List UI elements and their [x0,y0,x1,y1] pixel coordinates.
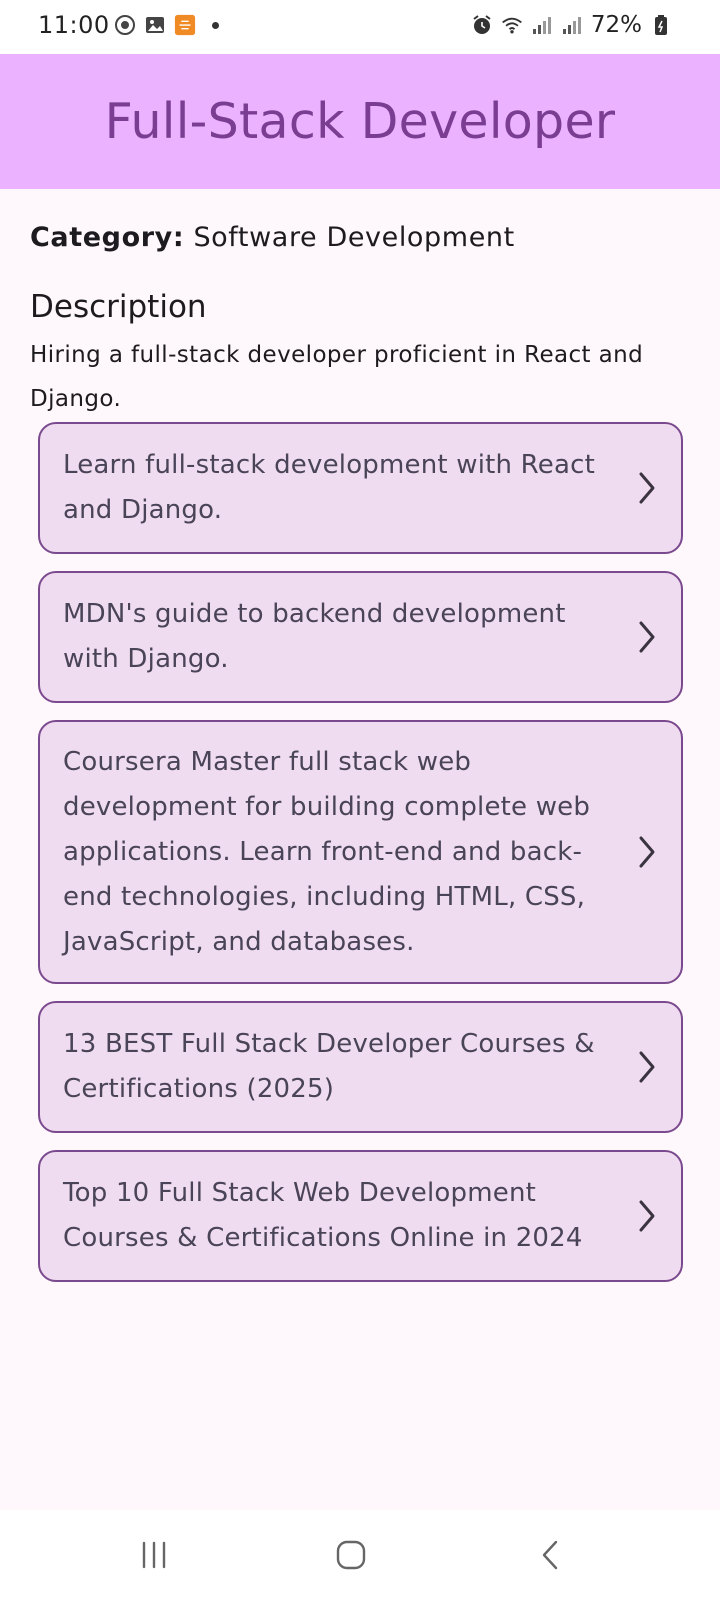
battery-icon [650,14,672,36]
gallery-icon [144,14,166,36]
course-card[interactable]: Coursera Master full stack web developme… [38,720,683,984]
status-bar: 11:00 72% [0,0,720,54]
location-sync-icon [114,14,136,36]
chevron-right-icon [639,621,655,653]
recent-apps-icon[interactable] [134,1535,174,1575]
chevron-right-icon [639,1200,655,1232]
alarm-icon [471,14,493,36]
course-card[interactable]: MDN's guide to backend development with … [38,571,683,703]
home-icon[interactable] [331,1535,371,1575]
signal-icon [561,14,583,36]
course-card-text: MDN's guide to backend development with … [63,599,566,674]
system-nav-bar [0,1510,720,1600]
back-icon[interactable] [530,1535,570,1575]
description-body: Hiring a full-stack developer proficient… [30,342,644,412]
status-time: 11:00 [38,11,110,39]
course-card-text: 13 BEST Full Stack Developer Courses & C… [63,1029,595,1104]
status-system-icons: 72% [471,12,672,38]
category-label: Category: [30,222,185,253]
status-notification-icons [114,14,219,36]
category-value: Software Development [193,222,515,253]
course-card[interactable]: 13 BEST Full Stack Developer Courses & C… [38,1001,683,1133]
description-heading: Description [30,289,207,325]
battery-percent: 72% [590,12,642,38]
course-card-text: Learn full-stack development with React … [63,450,596,525]
chevron-right-icon [639,836,655,868]
page-title: Full-Stack Developer [104,93,616,150]
chevron-right-icon [639,472,655,504]
course-card[interactable]: Learn full-stack development with React … [38,422,683,554]
more-notifications-dot [212,21,219,29]
chevron-right-icon [639,1051,655,1083]
app-bar: Full-Stack Developer [0,54,720,189]
category-line: Category: Software Development [30,222,515,253]
app-notification-icon [174,14,196,36]
course-card[interactable]: Top 10 Full Stack Web Development Course… [38,1150,683,1282]
course-card-text: Top 10 Full Stack Web Development Course… [63,1178,583,1253]
wifi-icon [501,14,523,36]
course-card-text: Coursera Master full stack web developme… [63,746,591,957]
signal-icon [531,14,553,36]
